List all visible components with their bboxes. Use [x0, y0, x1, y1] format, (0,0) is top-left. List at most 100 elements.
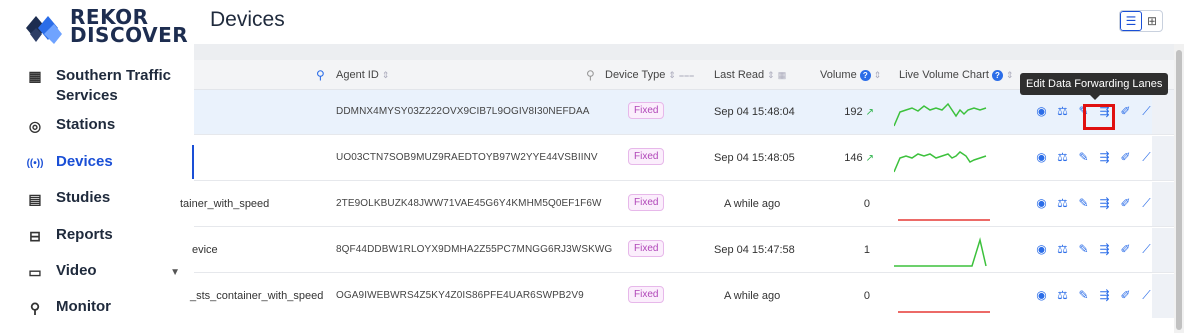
device-type-badge: Fixed [628, 194, 665, 211]
table-row[interactable]: evice 8QF44DDBW1RLOYX9DMHA2Z55PC7MNGG6RJ… [192, 228, 1174, 273]
view-icon[interactable]: ◉ [1034, 241, 1049, 257]
row-fixed-column [1152, 182, 1174, 226]
sort-icon[interactable]: ⇕ [382, 70, 390, 80]
table-row[interactable]: _sts_container_with_speed OGA9IWEBWRS4Z5… [190, 274, 1174, 319]
logo-mark-icon [26, 16, 62, 44]
trend-up-icon: ↗ [865, 107, 874, 118]
wrench-icon[interactable]: ✐ [1118, 287, 1133, 303]
live-volume-chart [894, 237, 987, 267]
col-device-type-label: Device Type [605, 69, 666, 81]
filter-icon[interactable]: ⩶ [679, 70, 694, 80]
volume-value: 1 [830, 244, 870, 256]
balance-icon[interactable]: ⚖ [1055, 241, 1070, 257]
last-read: A while ago [724, 290, 781, 302]
sidebar-item-label: Southern Traffic Services [56, 67, 172, 104]
sidebar-item-stations[interactable]: ◎ Stations [0, 116, 194, 135]
list-view-icon[interactable]: ☰ [1120, 11, 1142, 31]
sidebar-item-studies[interactable]: ▤ Studies [0, 189, 194, 208]
sidebar-item-devices[interactable]: ((•)) Devices [0, 153, 194, 172]
table-row[interactable]: DDMNX4MYSY03Z222OVX9CIB7L9OGIV8I30NEFDAA… [194, 90, 1174, 135]
scrollbar-thumb[interactable] [1176, 50, 1182, 330]
view-icon[interactable]: ◉ [1034, 195, 1049, 211]
edit-icon[interactable]: ✎ [1076, 287, 1091, 303]
device-type-badge: Fixed [628, 102, 665, 119]
data-forwarding-lanes-icon[interactable]: ⇶ [1097, 195, 1112, 211]
calendar-icon[interactable]: ▦ [778, 70, 787, 80]
sort-icon[interactable]: ⇕ [1006, 70, 1014, 80]
sort-icon[interactable]: ⇕ [668, 70, 676, 80]
page-title: Devices [210, 8, 285, 31]
agent-id: UO03CTN7SOB9MUZ9RAEDTOYB97W2YYE44VSBIINV [336, 152, 598, 163]
col-volume-label: Volume [820, 69, 857, 81]
edit-icon[interactable]: ✎ [1076, 241, 1091, 257]
sort-icon[interactable]: ⇕ [874, 70, 882, 80]
table-row[interactable]: UO03CTN7SOB9MUZ9RAEDTOYB97W2YYE44VSBIINV… [194, 136, 1174, 181]
row-fixed-column [1152, 90, 1174, 134]
volume-value: 0 [830, 198, 870, 210]
volume-number: 0 [863, 290, 870, 302]
last-read: Sep 04 15:47:58 [714, 244, 795, 256]
device-type-badge: Fixed [628, 286, 665, 303]
col-agent-id[interactable]: Agent ID ⇕ [336, 69, 389, 81]
device-name: _sts_container_with_speed [190, 290, 324, 302]
volume-value: 146 ↗ [834, 152, 874, 164]
col-live-chart[interactable]: Live Volume Chart ? ⇕ [899, 69, 1014, 81]
volume-value: 192 ↗ [834, 106, 874, 118]
wrench-icon[interactable]: ✐ [1118, 195, 1133, 211]
view-icon[interactable]: ◉ [1034, 149, 1049, 165]
balance-icon[interactable]: ⚖ [1055, 287, 1070, 303]
search-icon[interactable]: ⚲ [586, 68, 595, 82]
volume-value: 0 [830, 290, 870, 302]
table-row[interactable]: tainer_with_speed 2TE9OLKBUZK48JWW71VAE4… [180, 182, 1174, 227]
view-icon[interactable]: ◉ [1034, 103, 1049, 119]
last-read: Sep 04 15:48:04 [714, 106, 795, 118]
live-volume-chart [894, 151, 987, 173]
volume-number: 192 [844, 106, 863, 118]
help-icon[interactable]: ? [859, 70, 871, 81]
magnify-icon: ⚲ [29, 299, 41, 316]
balance-icon[interactable]: ⚖ [1055, 195, 1070, 211]
sidebar-item-monitor[interactable]: ⚲ Monitor [0, 298, 194, 317]
table-next-row [194, 318, 1174, 333]
wrench-icon[interactable]: ✐ [1118, 103, 1133, 119]
sidebar-item-label: Monitor [56, 298, 111, 315]
sidebar-item-video[interactable]: ▭ Video ▼ [0, 262, 194, 281]
sort-icon[interactable]: ⇕ [767, 70, 775, 80]
building-icon: ▦ [28, 67, 42, 84]
wrench-icon[interactable]: ✐ [1118, 241, 1133, 257]
volume-number: 1 [863, 244, 870, 256]
view-icon[interactable]: ◉ [1034, 287, 1049, 303]
sidebar: REKOR DISCOVER ▦ Southern Traffic Servic… [0, 0, 194, 333]
view-toggle: ☰ ⊞ [1119, 10, 1163, 32]
data-forwarding-lanes-icon[interactable]: ⇶ [1097, 149, 1112, 165]
vertical-scrollbar[interactable] [1174, 44, 1184, 333]
col-last-read-label: Last Read [714, 69, 765, 81]
edit-icon[interactable]: ✎ [1076, 149, 1091, 165]
col-device-type[interactable]: Device Type ⇕ ⩶ [605, 69, 694, 81]
map-view-icon[interactable]: ⊞ [1142, 11, 1162, 31]
sidebar-item-reports[interactable]: ⊟ Reports [0, 226, 194, 245]
col-last-read[interactable]: Last Read ⇕ ▦ [714, 69, 786, 81]
edit-icon[interactable]: ✎ [1076, 195, 1091, 211]
wrench-icon[interactable]: ✐ [1118, 149, 1133, 165]
row-fixed-column [1152, 274, 1174, 318]
rekor-discover-logo[interactable]: REKOR DISCOVER [24, 7, 188, 48]
clipboard-icon: ▤ [28, 190, 42, 207]
balance-icon[interactable]: ⚖ [1055, 103, 1070, 119]
help-icon[interactable]: ? [991, 70, 1003, 81]
sidebar-item-label: Stations [56, 116, 116, 133]
data-forwarding-lanes-icon[interactable]: ⇶ [1097, 287, 1112, 303]
col-volume[interactable]: Volume ? ⇕ [820, 69, 881, 81]
highlight-box [1083, 104, 1115, 130]
last-read: Sep 04 15:48:05 [714, 152, 795, 164]
agent-id: 2TE9OLKBUZK48JWW71VAE45G6Y4KMHM5Q0EF1F6W [336, 198, 602, 209]
sidebar-item-label: Video [56, 262, 97, 279]
agent-id: 8QF44DDBW1RLOYX9DMHA2Z55PC7MNGG6RJ3WSKWG [336, 244, 613, 255]
logo-line-2: DISCOVER [70, 23, 189, 47]
agent-id: OGA9IWEBWRS4Z5KY4Z0IS86PFE4UAR6SWPB2V9 [336, 290, 584, 301]
sidebar-item-southern-traffic-services[interactable]: ▦ Southern Traffic Services [0, 66, 194, 106]
balance-icon[interactable]: ⚖ [1055, 149, 1070, 165]
data-forwarding-lanes-icon[interactable]: ⇶ [1097, 241, 1112, 257]
search-icon[interactable]: ⚲ [316, 68, 325, 82]
volume-number: 0 [863, 198, 870, 210]
